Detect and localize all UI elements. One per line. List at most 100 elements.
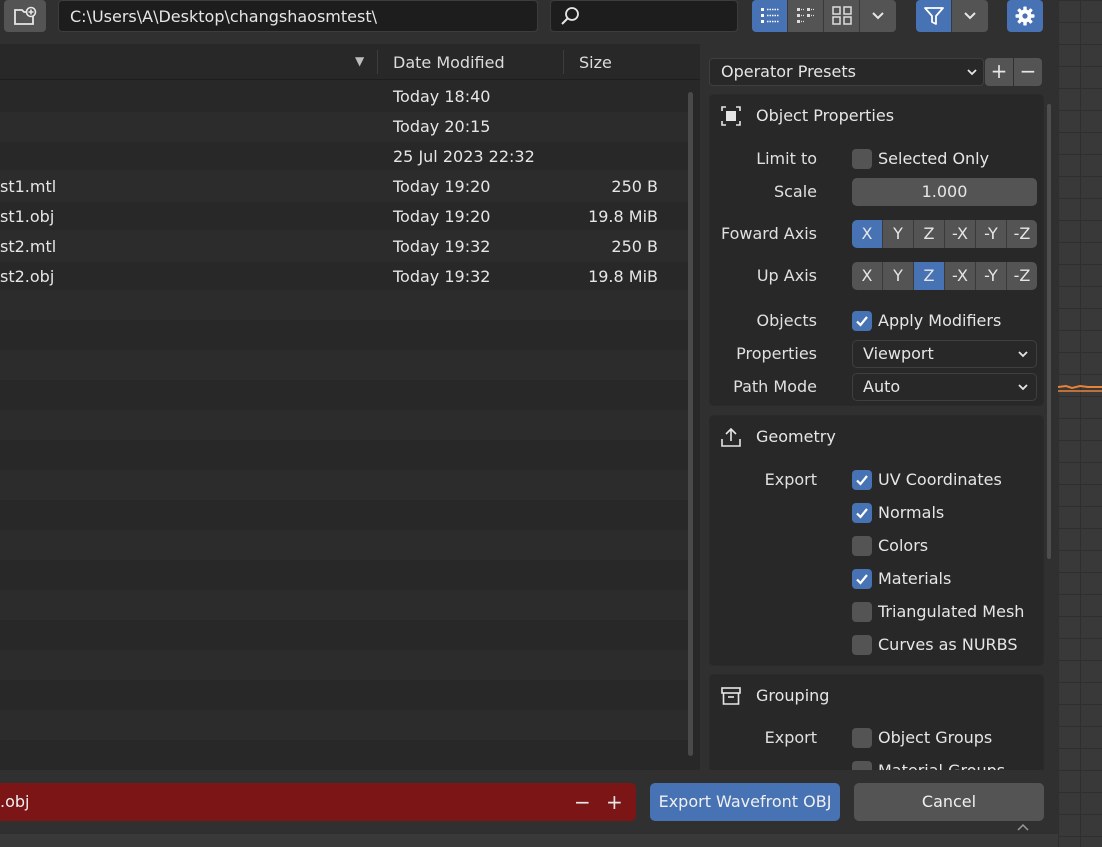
file-date: Today 18:40 <box>393 87 491 106</box>
triangulated-mesh-checkbox[interactable] <box>852 602 872 622</box>
vertical-list-button[interactable] <box>752 0 788 32</box>
cancel-button[interactable]: Cancel <box>854 783 1044 821</box>
forward-axis-z[interactable]: Z <box>914 220 945 248</box>
chevron-down-icon <box>872 12 884 20</box>
up-axis-neg-z[interactable]: -Z <box>1007 262 1037 290</box>
graph-curve <box>1058 384 1102 392</box>
material-groups-checkbox[interactable] <box>852 761 872 770</box>
up-axis-x[interactable]: X <box>852 262 883 290</box>
sort-arrow-icon[interactable]: ▼ <box>355 54 364 68</box>
operator-sidebar: Operator Presets + − Object Properties L… <box>700 44 1058 770</box>
path-mode-label: Path Mode <box>733 377 817 396</box>
remove-preset-button[interactable]: − <box>1014 58 1042 86</box>
forward-axis-neg-y[interactable]: -Y <box>976 220 1007 248</box>
file-date: Today 19:20 <box>393 177 491 196</box>
normals-checkbox[interactable] <box>852 503 872 523</box>
object-icon <box>721 106 741 126</box>
forward-axis-x[interactable]: X <box>852 220 883 248</box>
size-column-header[interactable]: Size <box>579 53 612 72</box>
list-stripe <box>0 710 690 740</box>
curves-as-nurbs-checkbox[interactable] <box>852 635 872 655</box>
chevron-down-icon <box>1018 384 1028 391</box>
file-size: 19.8 MiB <box>588 207 658 226</box>
file-row[interactable]: st2.mtl Today 19:32 250 B <box>0 232 690 262</box>
checkmark-icon <box>856 574 868 585</box>
file-size: 19.8 MiB <box>588 267 658 286</box>
file-browser-header: C:\Users\A\Desktop\changshaosmtest\ <box>0 0 1058 44</box>
geometry-title[interactable]: Geometry <box>756 427 836 446</box>
colors-checkbox[interactable] <box>852 536 872 556</box>
properties-dropdown[interactable]: Viewport <box>852 340 1037 368</box>
path-mode-value: Auto <box>863 377 901 396</box>
forward-axis-selector: X Y Z -X -Y -Z <box>852 220 1037 248</box>
up-axis-neg-y[interactable]: -Y <box>976 262 1007 290</box>
forward-axis-neg-x[interactable]: -X <box>945 220 976 248</box>
list-stripe <box>0 590 690 620</box>
up-axis-z[interactable]: Z <box>914 262 945 290</box>
file-list-header: ▼ Date Modified Size <box>0 44 700 80</box>
up-axis-y[interactable]: Y <box>883 262 914 290</box>
background-editor-strip <box>0 823 1058 847</box>
display-settings-dropdown[interactable] <box>860 0 896 32</box>
chevron-up-icon[interactable] <box>1014 822 1032 834</box>
material-groups-label: Material Groups <box>878 761 1005 770</box>
scale-field[interactable]: 1.000 <box>852 178 1037 206</box>
column-divider <box>563 50 564 74</box>
filter-selector <box>916 0 988 32</box>
chevron-down-icon <box>967 69 977 76</box>
file-row[interactable]: st2.obj Today 19:32 19.8 MiB <box>0 262 690 292</box>
file-list[interactable]: ▼ Date Modified Size Today 18:40 Today 2… <box>0 44 700 770</box>
object-properties-title[interactable]: Object Properties <box>756 106 894 125</box>
limit-to-label: Limit to <box>756 149 817 168</box>
grouping-export-label: Export <box>764 728 817 747</box>
new-folder-icon <box>14 6 37 25</box>
path-mode-dropdown[interactable]: Auto <box>852 373 1037 401</box>
selected-only-checkbox[interactable] <box>852 149 872 169</box>
up-axis-neg-x[interactable]: -X <box>945 262 976 290</box>
file-row[interactable]: st1.obj Today 19:20 19.8 MiB <box>0 202 690 232</box>
forward-axis-y[interactable]: Y <box>883 220 914 248</box>
up-axis-label: Up Axis <box>756 266 817 285</box>
materials-checkbox[interactable] <box>852 569 872 589</box>
sidebar-scrollbar[interactable] <box>1047 104 1051 559</box>
thumbnails-icon <box>831 6 852 25</box>
file-row[interactable]: Today 18:40 <box>0 82 690 112</box>
file-size: 250 B <box>611 237 658 256</box>
filename-field[interactable]: .obj − + <box>0 783 636 821</box>
file-date: Today 19:20 <box>393 207 491 226</box>
add-preset-button[interactable]: + <box>985 58 1013 86</box>
file-list-scrollbar[interactable] <box>688 92 693 756</box>
list-stripe <box>0 530 690 560</box>
new-folder-button[interactable] <box>4 0 46 32</box>
decrement-filename-button[interactable]: − <box>574 783 591 821</box>
file-row[interactable]: st1.mtl Today 19:20 250 B <box>0 172 690 202</box>
chevron-down-icon <box>964 12 976 20</box>
operator-presets-dropdown[interactable]: Operator Presets <box>709 58 984 86</box>
file-date: Today 19:32 <box>393 237 491 256</box>
gear-icon <box>1015 6 1035 26</box>
thumbnails-button[interactable] <box>824 0 860 32</box>
operator-presets-label: Operator Presets <box>721 62 856 81</box>
increment-filename-button[interactable]: + <box>606 783 623 821</box>
apply-modifiers-checkbox[interactable] <box>852 311 872 331</box>
export-wavefront-obj-button[interactable]: Export Wavefront OBJ <box>650 783 840 821</box>
normals-label: Normals <box>878 503 945 522</box>
filter-settings-dropdown[interactable] <box>952 0 988 32</box>
objects-label: Objects <box>756 311 817 330</box>
date-column-header[interactable]: Date Modified <box>393 53 505 72</box>
file-row[interactable]: 25 Jul 2023 22:32 <box>0 142 690 172</box>
filter-toggle[interactable] <box>916 0 952 32</box>
geometry-export-label: Export <box>764 470 817 489</box>
file-row[interactable]: Today 20:15 <box>0 112 690 142</box>
gear-button[interactable] <box>1007 0 1043 32</box>
object-groups-checkbox[interactable] <box>852 728 872 748</box>
materials-label: Materials <box>878 569 952 588</box>
search-icon <box>561 7 579 25</box>
horizontal-list-button[interactable] <box>788 0 824 32</box>
grouping-title[interactable]: Grouping <box>756 686 829 705</box>
directory-path-field[interactable]: C:\Users\A\Desktop\changshaosmtest\ <box>58 0 538 32</box>
forward-axis-neg-z[interactable]: -Z <box>1007 220 1037 248</box>
uv-coordinates-checkbox[interactable] <box>852 470 872 490</box>
file-name: st2.obj <box>0 267 55 286</box>
search-input[interactable] <box>550 0 738 32</box>
